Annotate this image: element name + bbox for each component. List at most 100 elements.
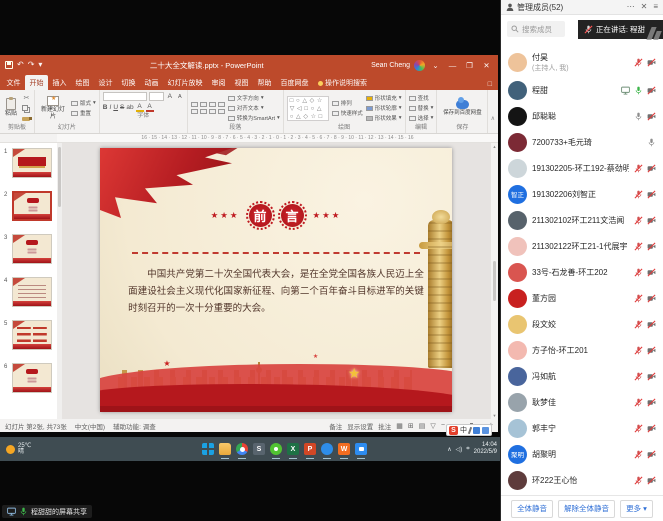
mic-icon[interactable] <box>634 58 643 67</box>
scroll-up-icon[interactable]: ▲ <box>493 144 497 149</box>
tell-me-search[interactable]: 操作说明搜索 <box>318 78 367 90</box>
canvas-scrollbar[interactable]: ▲ ▼ <box>491 143 498 419</box>
grow-font-icon[interactable]: A <box>166 93 174 100</box>
shrink-font-icon[interactable]: A <box>176 94 184 100</box>
camera-icon[interactable] <box>647 294 656 303</box>
member-row[interactable]: 智正 191302206刘智正 <box>501 181 663 207</box>
font-name-select[interactable] <box>103 92 147 101</box>
mute-all-button[interactable]: 全体静音 <box>511 500 553 518</box>
slide-thumbnail[interactable]: 4 <box>0 275 57 318</box>
member-row[interactable]: 211302122环工21-1代展宇 <box>501 233 663 259</box>
mic-icon[interactable] <box>634 86 643 95</box>
member-row[interactable]: 7200733+毛元琦 <box>501 129 663 155</box>
close-button[interactable]: ✕ <box>480 61 493 70</box>
camera-icon[interactable] <box>647 476 656 485</box>
reading-view-icon[interactable]: ▤ <box>419 422 426 430</box>
member-row[interactable]: 环222王心怡 <box>501 467 663 493</box>
normal-view-icon[interactable]: ▦ <box>396 422 403 430</box>
mic-icon[interactable] <box>634 450 643 459</box>
accessibility-status[interactable]: 辅助功能: 调查 <box>113 421 156 431</box>
ribbon-tab-动画[interactable]: 动画 <box>140 75 163 90</box>
slide-thumbnail-image[interactable] <box>12 320 52 350</box>
wechat-taskbar-icon[interactable] <box>270 443 282 455</box>
minimize-button[interactable]: — <box>446 61 459 70</box>
ime-language-toggle[interactable]: 中 <box>460 425 467 435</box>
mic-icon[interactable] <box>634 476 643 485</box>
member-row[interactable]: 冯如航 <box>501 363 663 389</box>
ime-clipboard-icon[interactable] <box>473 427 480 434</box>
numbering-icon[interactable] <box>200 102 207 107</box>
ribbon-tab-幻灯片放映[interactable]: 幻灯片放映 <box>163 75 207 90</box>
slide-body-text[interactable]: 中国共产党第二十次全国代表大会，是在全党全国各族人民迈上全面建设社会主义现代化国… <box>128 266 424 317</box>
save-icon[interactable] <box>5 61 13 69</box>
slide-thumbnail-image[interactable] <box>12 234 52 264</box>
mic-icon[interactable] <box>634 216 643 225</box>
zoom-out-icon[interactable]: − <box>441 422 445 429</box>
slide-thumbnail-image[interactable] <box>12 277 52 307</box>
start-taskbar-icon[interactable] <box>202 443 214 455</box>
bullets-icon[interactable] <box>191 102 198 107</box>
text-shadow-button[interactable]: ab <box>126 104 133 111</box>
slide-thumbnail[interactable]: 2 <box>0 189 57 232</box>
slide-thumbnail-image[interactable] <box>12 148 52 178</box>
camera-icon[interactable] <box>647 164 656 173</box>
camera-icon[interactable] <box>647 190 656 199</box>
scroll-down-icon[interactable]: ▼ <box>493 413 497 418</box>
highlight-color-button[interactable]: A <box>136 103 144 112</box>
menu-icon[interactable]: ≡ <box>653 3 658 11</box>
weather-widget[interactable]: 25℃ 晴 <box>0 443 37 456</box>
ribbon-tab-帮助[interactable]: 帮助 <box>253 75 276 90</box>
mic-icon[interactable] <box>634 190 643 199</box>
chrome-taskbar-icon[interactable] <box>236 443 248 455</box>
mic-icon[interactable] <box>634 112 643 121</box>
camera-icon[interactable] <box>647 112 656 121</box>
more-options-icon[interactable]: ⋯ <box>627 3 635 11</box>
shape-outline-button[interactable]: 形状轮廓 ▾ <box>366 104 402 112</box>
undo-icon[interactable]: ↶ <box>17 61 24 69</box>
bold-button[interactable]: B <box>103 104 108 111</box>
ribbon-tab-开始[interactable]: 开始 <box>25 75 48 90</box>
camera-icon[interactable] <box>647 372 656 381</box>
mic-icon[interactable] <box>634 268 643 277</box>
qq-taskbar-icon[interactable] <box>321 443 333 455</box>
font-size-select[interactable] <box>149 92 164 101</box>
font-color-button[interactable]: A <box>146 103 154 112</box>
find-button[interactable]: 查找 <box>409 94 434 102</box>
powerpoint-taskbar-icon[interactable]: P <box>304 443 316 455</box>
indent-decrease-icon[interactable] <box>209 102 216 107</box>
slide-thumbnail-image[interactable] <box>12 363 52 393</box>
member-row[interactable]: 段文姣 <box>501 311 663 337</box>
tray-input-icon[interactable]: ⌗ <box>466 446 469 453</box>
slide-editor[interactable]: ★★★ 前 言 ★★★ 中国共产党第二十次全国代表大会，是在全党全国各族人民迈上… <box>100 148 452 412</box>
member-row[interactable]: 程甜 <box>501 77 663 103</box>
tray-chevron-icon[interactable]: ∧ <box>447 446 451 453</box>
slide-thumbnail[interactable]: 6 <box>0 361 57 404</box>
account-name[interactable]: Sean Cheng <box>371 62 410 69</box>
mic-icon[interactable] <box>634 242 643 251</box>
reset-button[interactable]: 重置 <box>71 109 96 117</box>
member-row[interactable]: 方子怡-环工201 <box>501 337 663 363</box>
camera-icon[interactable] <box>647 268 656 277</box>
display-settings-button[interactable]: 显示设置 <box>347 421 373 431</box>
camera-icon[interactable] <box>647 216 656 225</box>
comments-button[interactable]: 批注 <box>378 421 391 431</box>
layout-button[interactable]: 版式 ▾ <box>71 99 96 107</box>
ribbon-tab-视图[interactable]: 视图 <box>230 75 253 90</box>
scrollbar-thumb[interactable] <box>493 261 496 301</box>
sogou-logo-icon[interactable]: S <box>449 426 458 435</box>
underline-button[interactable]: U <box>113 104 118 111</box>
new-slide-button[interactable]: 新建幻灯片 <box>38 96 68 120</box>
ribbon-tab-百度网盘[interactable]: 百度网盘 <box>276 75 313 90</box>
wps-taskbar-icon[interactable]: W <box>338 443 350 455</box>
language-indicator[interactable]: 中文(中国) <box>75 421 105 431</box>
sogou-ime-bar[interactable]: S 中 <box>446 424 492 436</box>
mic-icon[interactable] <box>634 372 643 381</box>
convert-smartart-button[interactable]: 转换为SmartArt ▾ <box>228 114 280 122</box>
notes-button[interactable]: 备注 <box>329 421 342 431</box>
slide-sorter-view-icon[interactable]: ⊞ <box>408 422 414 430</box>
replace-button[interactable]: 替换 ▾ <box>409 104 434 112</box>
member-row[interactable]: 邱聪聪 <box>501 103 663 129</box>
camera-icon[interactable] <box>647 346 656 355</box>
unmute-all-button[interactable]: 解除全体静音 <box>558 500 615 518</box>
member-row[interactable]: 191302205-环工192-蔡劲明 <box>501 155 663 181</box>
